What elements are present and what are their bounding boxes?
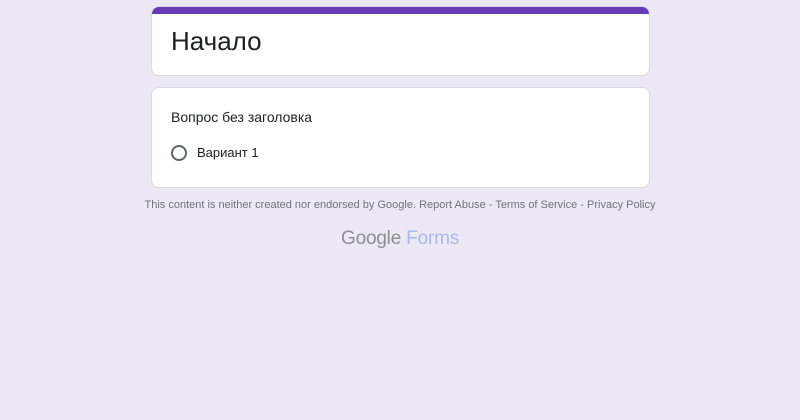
privacy-policy-link[interactable]: Privacy Policy bbox=[587, 199, 655, 211]
footer-separator: - bbox=[485, 199, 496, 211]
radio-option-1[interactable]: Вариант 1 bbox=[171, 144, 259, 162]
form-header-card: Начало bbox=[151, 6, 650, 76]
question-title: Вопрос без заголовка bbox=[171, 109, 313, 125]
report-abuse-link[interactable]: Report Abuse bbox=[419, 199, 486, 211]
footer: This content is neither created nor endo… bbox=[0, 198, 800, 212]
form-title: Начало bbox=[171, 26, 262, 56]
logo-google-text: Google bbox=[341, 228, 402, 249]
footer-separator: - bbox=[577, 199, 588, 211]
radio-button-icon[interactable] bbox=[171, 145, 187, 161]
google-forms-logo[interactable]: Google Forms bbox=[0, 228, 800, 250]
title-accent-bar bbox=[152, 7, 649, 14]
terms-of-service-link[interactable]: Terms of Service bbox=[495, 199, 577, 211]
question-card: Вопрос без заголовка Вариант 1 bbox=[151, 87, 650, 188]
logo-forms-text: Forms bbox=[406, 228, 459, 249]
form-container: Начало Вопрос без заголовка Вариант 1 bbox=[151, 6, 650, 188]
radio-option-label: Вариант 1 bbox=[197, 145, 259, 160]
footer-disclaimer: This content is neither created nor endo… bbox=[144, 199, 417, 211]
